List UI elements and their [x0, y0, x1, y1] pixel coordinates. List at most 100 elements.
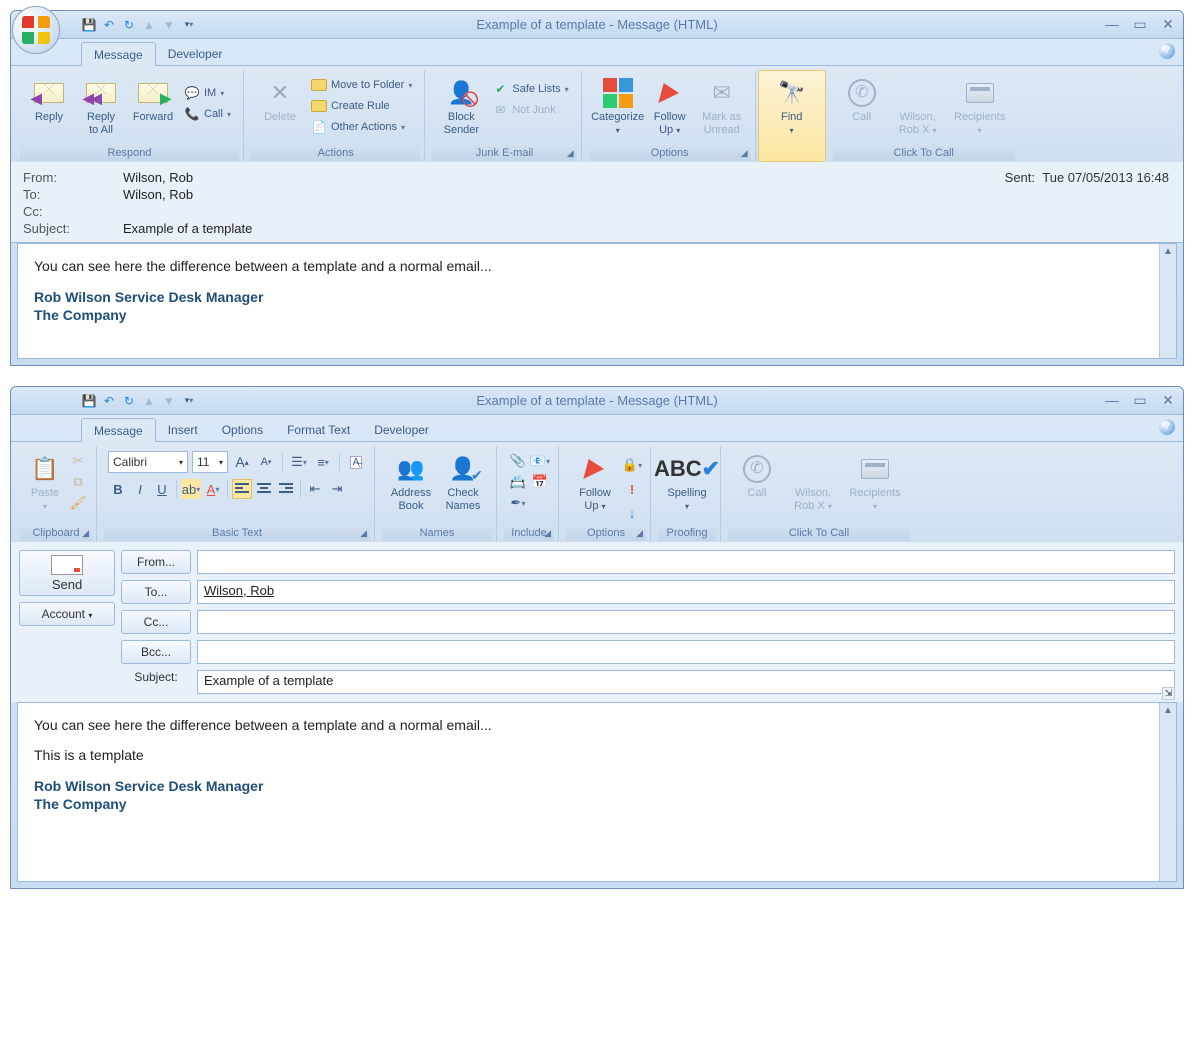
shrink-font-icon[interactable]: A▾ — [256, 452, 276, 472]
ctc-call-button[interactable]: ✆ Call — [837, 75, 887, 143]
create-rule-button[interactable]: Create Rule — [307, 96, 416, 116]
tab-message[interactable]: Message — [81, 418, 156, 442]
close-button[interactable]: ✕ — [1159, 16, 1177, 33]
undo-icon[interactable]: ↶ — [101, 17, 117, 33]
launcher-icon[interactable]: ◢ — [636, 528, 643, 539]
font-combo[interactable]: Calibri▾ — [108, 451, 188, 473]
minimize-button[interactable]: — — [1103, 392, 1121, 409]
bold-button[interactable]: B — [108, 479, 128, 499]
maximize-button[interactable]: ▭ — [1131, 16, 1149, 33]
maximize-button[interactable]: ▭ — [1131, 392, 1149, 409]
font-color-button[interactable]: A — [203, 479, 223, 499]
not-junk-button[interactable]: ✉Not Junk — [488, 100, 572, 120]
bullets-icon[interactable]: ☰ — [289, 452, 309, 472]
spelling-button[interactable]: ABC✔ Spelling▾ — [662, 451, 712, 519]
close-button[interactable]: ✕ — [1159, 392, 1177, 409]
numbering-icon[interactable]: ≡ — [313, 452, 333, 472]
cc-input[interactable] — [197, 610, 1175, 634]
help-icon[interactable]: ? — [1159, 419, 1175, 435]
paste-button[interactable]: 📋 Paste▾ — [24, 451, 66, 519]
reply-all-button[interactable]: ◀◀ Reply to All — [76, 75, 126, 143]
other-actions-button[interactable]: 📄Other Actions — [307, 117, 416, 137]
permission-icon[interactable]: 🔒 — [622, 455, 642, 475]
cut-icon[interactable]: ✂ — [68, 451, 88, 471]
save-icon[interactable]: 💾 — [81, 393, 97, 409]
save-icon[interactable]: 💾 — [81, 17, 97, 33]
redo-icon[interactable]: ↻ — [121, 393, 137, 409]
launcher-icon[interactable]: ◢ — [544, 528, 551, 539]
categorize-button[interactable]: Categorize ▾ — [593, 75, 643, 143]
minimize-button[interactable]: — — [1103, 16, 1121, 33]
launcher-icon[interactable]: ◢ — [741, 148, 748, 159]
attach-file-icon[interactable]: 📎 — [508, 451, 528, 471]
size-combo[interactable]: 11▾ — [192, 451, 228, 473]
copy-icon[interactable]: ⧉ — [68, 472, 88, 492]
tab-message[interactable]: Message — [81, 42, 156, 66]
address-book-button[interactable]: 👥 Address Book — [386, 451, 436, 519]
card-icon[interactable]: 📇 — [508, 472, 528, 492]
grow-font-icon[interactable]: A▴ — [232, 452, 252, 472]
bcc-input[interactable] — [197, 640, 1175, 664]
mark-unread-button[interactable]: ✉ Mark as Unread — [697, 75, 747, 143]
safe-lists-button[interactable]: ✔Safe Lists — [488, 79, 572, 99]
delete-button[interactable]: ✕ Delete — [255, 75, 305, 143]
launcher-icon[interactable]: ◢ — [360, 528, 367, 539]
ctc-recipients-button[interactable]: Recipients▾ — [949, 75, 1011, 143]
tab-format-text[interactable]: Format Text — [275, 418, 362, 441]
align-center-button[interactable] — [254, 479, 274, 499]
account-button[interactable]: Account ▾ — [19, 602, 115, 626]
underline-button[interactable]: U — [152, 479, 172, 499]
ctc-recipients-button[interactable]: Recipients▾ — [844, 451, 906, 519]
to-button[interactable]: To... — [121, 580, 191, 604]
cc-button[interactable]: Cc... — [121, 610, 191, 634]
low-importance-icon[interactable]: ↓ — [622, 503, 642, 523]
align-left-button[interactable] — [232, 479, 252, 499]
high-importance-icon[interactable]: ! — [622, 479, 642, 499]
redo-icon[interactable]: ↻ — [121, 17, 137, 33]
launcher-icon[interactable]: ◢ — [567, 148, 574, 159]
clear-format-icon[interactable]: A̶ͅ — [346, 452, 366, 472]
indent-button[interactable]: ⇥ — [327, 479, 347, 499]
launcher-icon[interactable]: ◢ — [82, 528, 89, 539]
ctc-wilson-button[interactable]: Wilson, Rob X ▾ — [889, 75, 947, 143]
scrollbar[interactable]: ⇲ — [1159, 703, 1176, 881]
call-button[interactable]: 📞Call — [180, 104, 235, 124]
ruler-icon[interactable]: ⇲ — [1162, 687, 1175, 700]
attach-item-icon[interactable]: 📧 — [530, 451, 550, 471]
tab-developer[interactable]: Developer — [362, 418, 441, 441]
bcc-button[interactable]: Bcc... — [121, 640, 191, 664]
subject-input[interactable]: Example of a template — [197, 670, 1175, 694]
format-painter-icon[interactable]: 🖌 — [68, 493, 88, 513]
from-button[interactable]: From... — [121, 550, 191, 574]
followup-button[interactable]: Follow Up ▾ — [645, 75, 695, 143]
align-right-button[interactable] — [276, 479, 296, 499]
tab-insert[interactable]: Insert — [156, 418, 210, 441]
im-button[interactable]: 💬IM — [180, 83, 235, 103]
ctc-call-button[interactable]: ✆ Call — [732, 451, 782, 519]
from-input[interactable] — [197, 550, 1175, 574]
ctc-wilson-button[interactable]: Wilson, Rob X ▾ — [784, 451, 842, 519]
find-button[interactable]: 🔭 Find▾ — [767, 75, 817, 143]
followup-button[interactable]: Follow Up ▾ — [570, 451, 620, 519]
tab-options[interactable]: Options — [210, 418, 275, 441]
outdent-button[interactable]: ⇤ — [305, 479, 325, 499]
block-sender-button[interactable]: 👤🚫 Block Sender — [436, 75, 486, 143]
undo-icon[interactable]: ↶ — [101, 393, 117, 409]
qat-customize-icon[interactable]: ▾ — [181, 17, 197, 33]
calendar-icon[interactable]: 📅 — [530, 472, 550, 492]
compose-body[interactable]: You can see here the difference between … — [17, 702, 1177, 882]
reply-button[interactable]: ◀ Reply — [24, 75, 74, 143]
to-input[interactable]: Wilson, Rob — [197, 580, 1175, 604]
check-names-button[interactable]: 👤✔ Check Names — [438, 451, 488, 519]
body-line1: You can see here the difference between … — [34, 717, 1160, 733]
send-button[interactable]: Send — [19, 550, 115, 596]
highlight-button[interactable]: ab — [181, 479, 201, 499]
move-folder-button[interactable]: Move to Folder — [307, 75, 416, 95]
signature-icon[interactable]: ✒ — [508, 493, 528, 513]
scrollbar[interactable] — [1159, 244, 1176, 358]
qat-customize-icon[interactable]: ▾ — [181, 393, 197, 409]
tab-developer[interactable]: Developer — [156, 42, 235, 65]
help-icon[interactable]: ? — [1159, 43, 1175, 59]
italic-button[interactable]: I — [130, 479, 150, 499]
forward-button[interactable]: ▶ Forward — [128, 75, 178, 143]
